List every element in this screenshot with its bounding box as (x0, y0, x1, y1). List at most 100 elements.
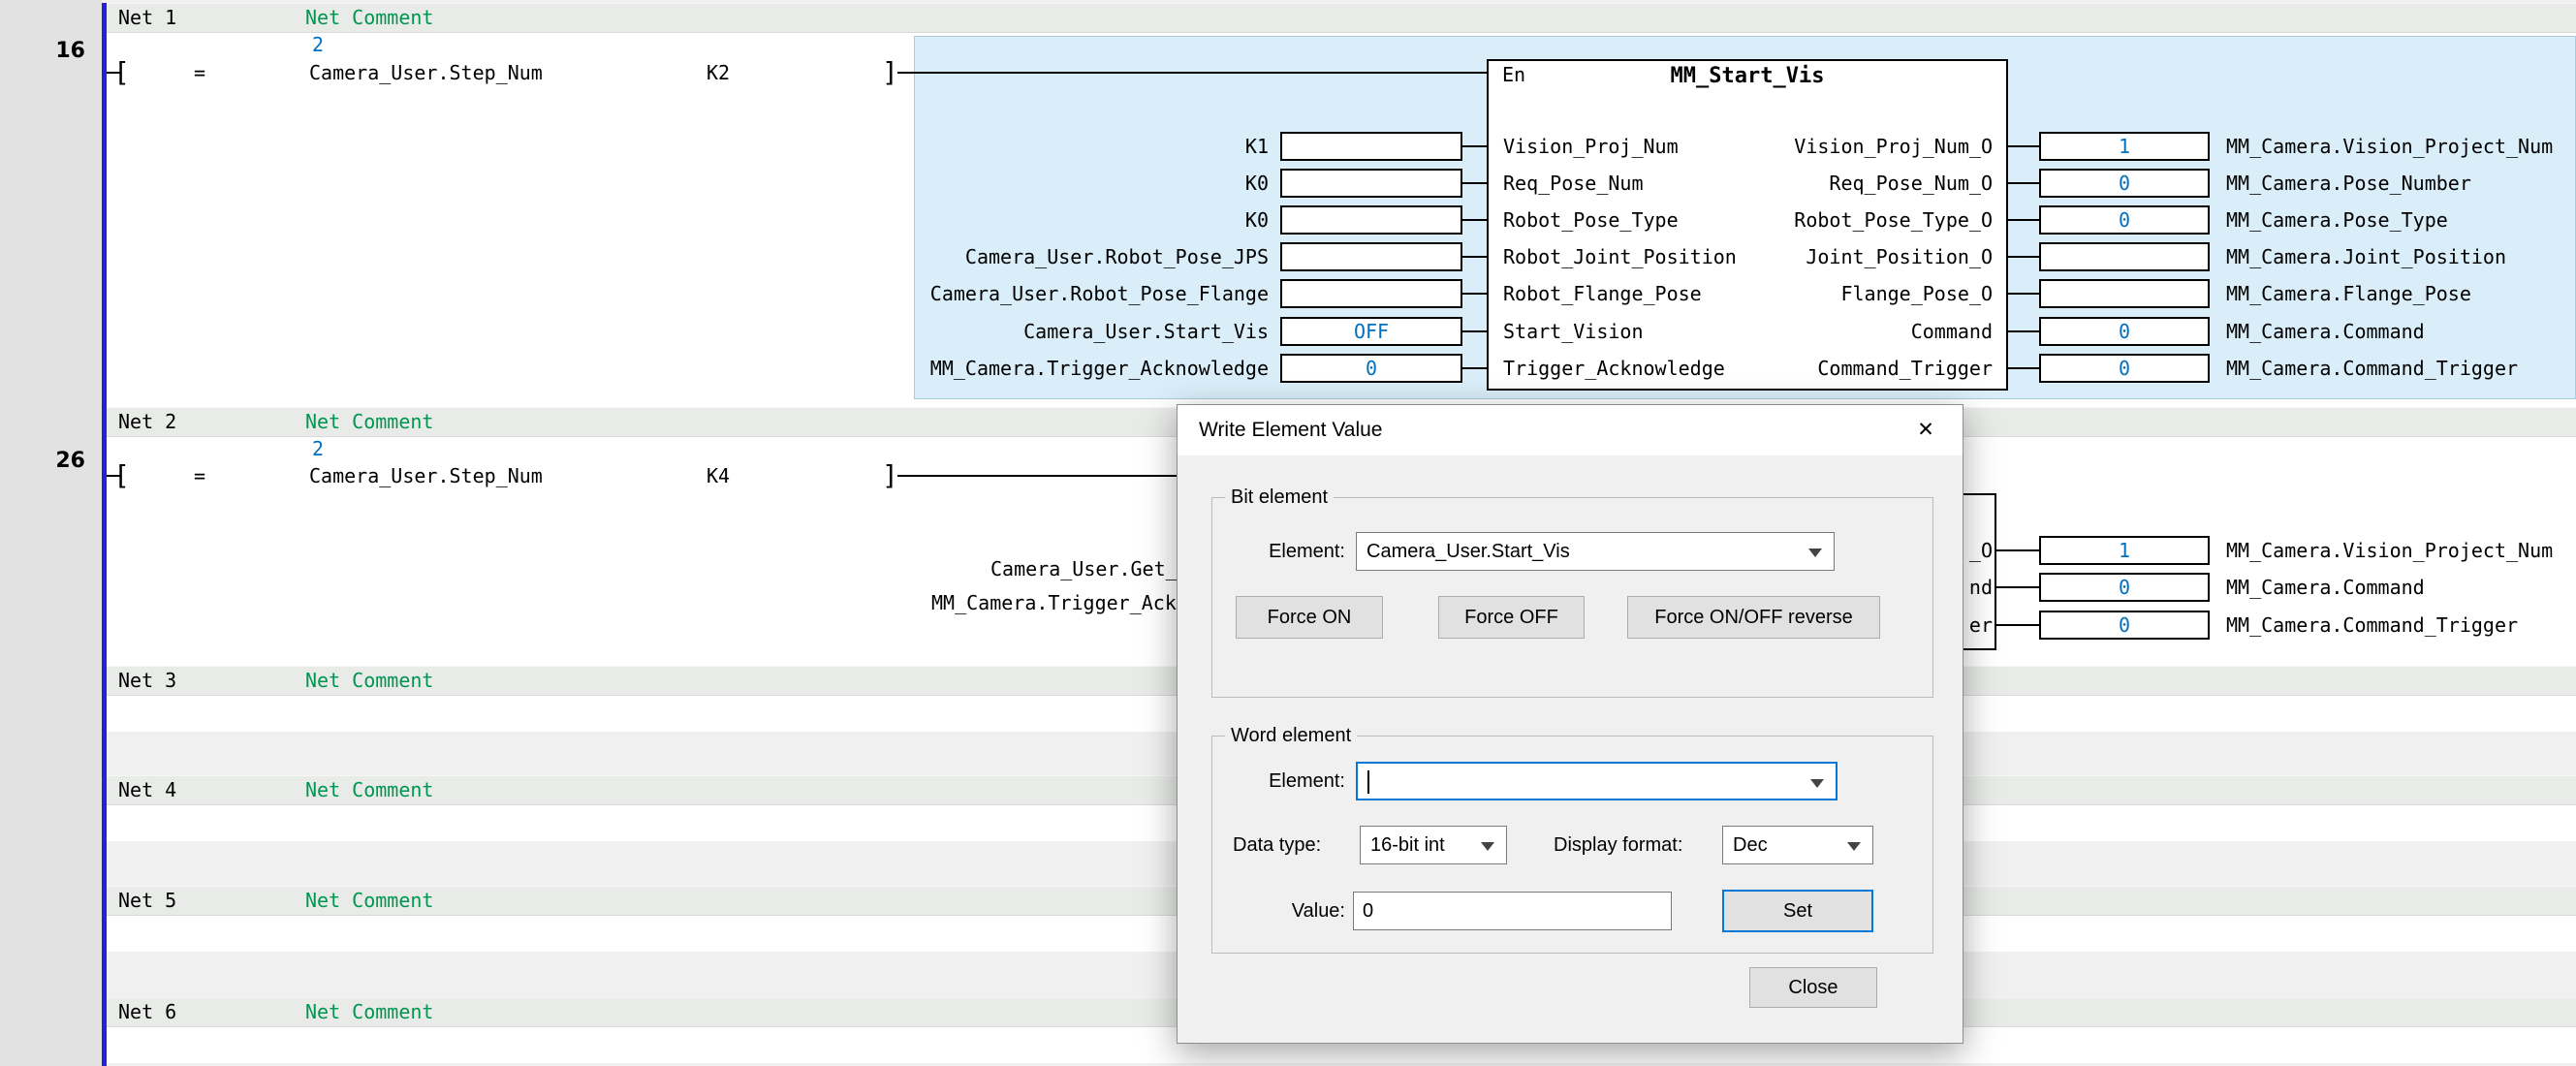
rung-wire (897, 72, 1487, 74)
pin-wire (1462, 293, 1487, 295)
fb-input-operand[interactable]: K0 (872, 205, 1269, 235)
fb-output-operand[interactable]: MM_Camera.Pose_Type (2226, 205, 2448, 235)
fb-input-monitor-box[interactable]: OFF (1280, 317, 1462, 346)
bit-element-value: Camera_User.Start_Vis (1367, 533, 1570, 570)
fb-output-monitor-box[interactable]: 1 (2039, 536, 2210, 565)
net-comment[interactable]: Net Comment (305, 408, 433, 436)
bit-element-label: Element: (1258, 537, 1345, 566)
fb-output-monitor-box[interactable]: 0 (2039, 354, 2210, 383)
data-type-label: Data type: (1233, 831, 1321, 860)
bit-element-combobox[interactable]: Camera_User.Start_Vis (1356, 532, 1835, 571)
set-button[interactable]: Set (1722, 890, 1873, 932)
contact-open-bracket[interactable]: [ (113, 457, 130, 494)
fb-output-monitor-value: 0 (2041, 171, 2208, 196)
pin-wire (1996, 624, 2039, 626)
fb-output-operand[interactable]: MM_Camera.Pose_Number (2226, 169, 2471, 198)
value-input[interactable]: 0 (1353, 892, 1672, 930)
word-element-combobox[interactable] (1356, 762, 1838, 800)
pin-wire (1462, 182, 1487, 184)
pin-wire (2008, 219, 2039, 221)
rung-wire (897, 475, 1177, 477)
fb-output-monitor-box[interactable]: 0 (2039, 573, 2210, 602)
fb-output-operand[interactable]: MM_Camera.Command_Trigger (2226, 611, 2518, 640)
write-element-value-dialog: Write Element Value ✕ Bit element Elemen… (1177, 404, 1963, 1044)
ladder-line-number: 16 (0, 37, 85, 66)
fb-input-monitor-value: OFF (1282, 319, 1461, 344)
fb-output-pin-label: Command (1638, 317, 1993, 346)
contact-operand[interactable]: Camera_User.Step_Num (309, 461, 543, 490)
force-on-off-reverse-button[interactable]: Force ON/OFF reverse (1627, 596, 1880, 639)
display-format-combobox[interactable]: Dec (1722, 826, 1873, 864)
fb-input-monitor-box[interactable] (1280, 132, 1462, 161)
fb-output-operand[interactable]: MM_Camera.Joint_Position (2226, 242, 2506, 271)
fb-output-operand[interactable]: MM_Camera.Vision_Project_Num (2226, 536, 2553, 565)
net-comment[interactable]: Net Comment (305, 776, 433, 804)
compare-constant: K2 (707, 58, 730, 87)
fb-output-monitor-box[interactable]: 0 (2039, 169, 2210, 198)
fb-output-pin-label: Req_Pose_Num_O (1638, 169, 1993, 198)
fb-edge-bottom (1962, 648, 1996, 650)
fb-input-operand[interactable]: Camera_User.Start_Vis (872, 317, 1269, 346)
chevron-down-icon (1810, 779, 1824, 788)
compare-operator: = (194, 461, 205, 490)
net-label: Net 4 (118, 776, 176, 804)
fb-output-operand[interactable]: MM_Camera.Command_Trigger (2226, 354, 2518, 383)
fb-output-pin-label-clipped: nd (1962, 573, 1993, 602)
force-on-button[interactable]: Force ON (1236, 596, 1383, 639)
line-number-gutter (0, 0, 102, 1066)
en-pin-label: En (1502, 60, 1525, 89)
fb-output-operand[interactable]: MM_Camera.Command (2226, 317, 2425, 346)
bit-element-group-label: Bit element (1225, 486, 1334, 508)
fb-output-operand[interactable]: MM_Camera.Command (2226, 573, 2425, 602)
contact-close-bracket: ] (882, 54, 898, 91)
force-off-button[interactable]: Force OFF (1438, 596, 1585, 639)
fb-output-monitor-box[interactable] (2039, 279, 2210, 308)
fb-input-monitor-box[interactable] (1280, 242, 1462, 271)
dialog-titlebar[interactable]: Write Element Value ✕ (1178, 405, 1963, 455)
fb-input-pin-label: Req_Pose_Num (1503, 169, 1644, 198)
pin-wire (1996, 586, 2039, 588)
dialog-close-button[interactable]: ✕ (1889, 405, 1963, 455)
fb-output-monitor-box[interactable] (2039, 242, 2210, 271)
data-type-combobox[interactable]: 16-bit int (1360, 826, 1507, 864)
fb-output-monitor-value: 0 (2041, 356, 2208, 381)
fb-output-monitor-box[interactable]: 0 (2039, 205, 2210, 235)
fb-input-monitor-box[interactable] (1280, 205, 1462, 235)
pin-wire (1462, 219, 1487, 221)
fb-input-operand[interactable]: MM_Camera.Trigger_Acknowledge (872, 354, 1269, 383)
fb-right-edge (1995, 493, 1996, 650)
fb-input-operand[interactable]: Camera_User.Robot_Pose_JPS (872, 242, 1269, 271)
fb-output-monitor-box[interactable]: 0 (2039, 317, 2210, 346)
pin-wire (2008, 293, 2039, 295)
pin-wire (2008, 367, 2039, 369)
fb-input-operand[interactable]: K1 (872, 132, 1269, 161)
net-header (107, 3, 2576, 33)
display-format-label: Display format: (1554, 831, 1682, 860)
compare-operator: = (194, 58, 205, 87)
monitor-value: 2 (312, 434, 324, 463)
fb-output-monitor-box[interactable]: 1 (2039, 132, 2210, 161)
fb-input-monitor-value: 0 (1282, 356, 1461, 381)
fb-input-operand[interactable]: K0 (872, 169, 1269, 198)
fb-output-operand[interactable]: MM_Camera.Flange_Pose (2226, 279, 2471, 308)
contact-operand[interactable]: Camera_User.Step_Num (309, 58, 543, 87)
fb-input-monitor-box[interactable]: 0 (1280, 354, 1462, 383)
net-comment[interactable]: Net Comment (305, 667, 433, 695)
fb-output-operand[interactable]: MM_Camera.Vision_Project_Num (2226, 132, 2553, 161)
word-element-label: Element: (1258, 767, 1345, 796)
close-button[interactable]: Close (1749, 967, 1877, 1008)
fb-input-monitor-box[interactable] (1280, 169, 1462, 198)
fb-input-monitor-box[interactable] (1280, 279, 1462, 308)
fb-input-pin-label: Start_Vision (1503, 317, 1644, 346)
chevron-down-icon (1481, 842, 1494, 851)
function-block-title: MM_Start_Vis (1487, 62, 2008, 91)
net-label: Net 2 (118, 408, 176, 436)
fb-input-operand[interactable]: Camera_User.Robot_Pose_Flange (872, 279, 1269, 308)
pin-wire (1462, 145, 1487, 147)
net-comment[interactable]: Net Comment (305, 998, 433, 1026)
net-comment[interactable]: Net Comment (305, 4, 433, 32)
dialog-title: Write Element Value (1199, 405, 1382, 455)
net-comment[interactable]: Net Comment (305, 887, 433, 915)
fb-output-monitor-box[interactable]: 0 (2039, 611, 2210, 640)
contact-open-bracket[interactable]: [ (113, 54, 130, 91)
